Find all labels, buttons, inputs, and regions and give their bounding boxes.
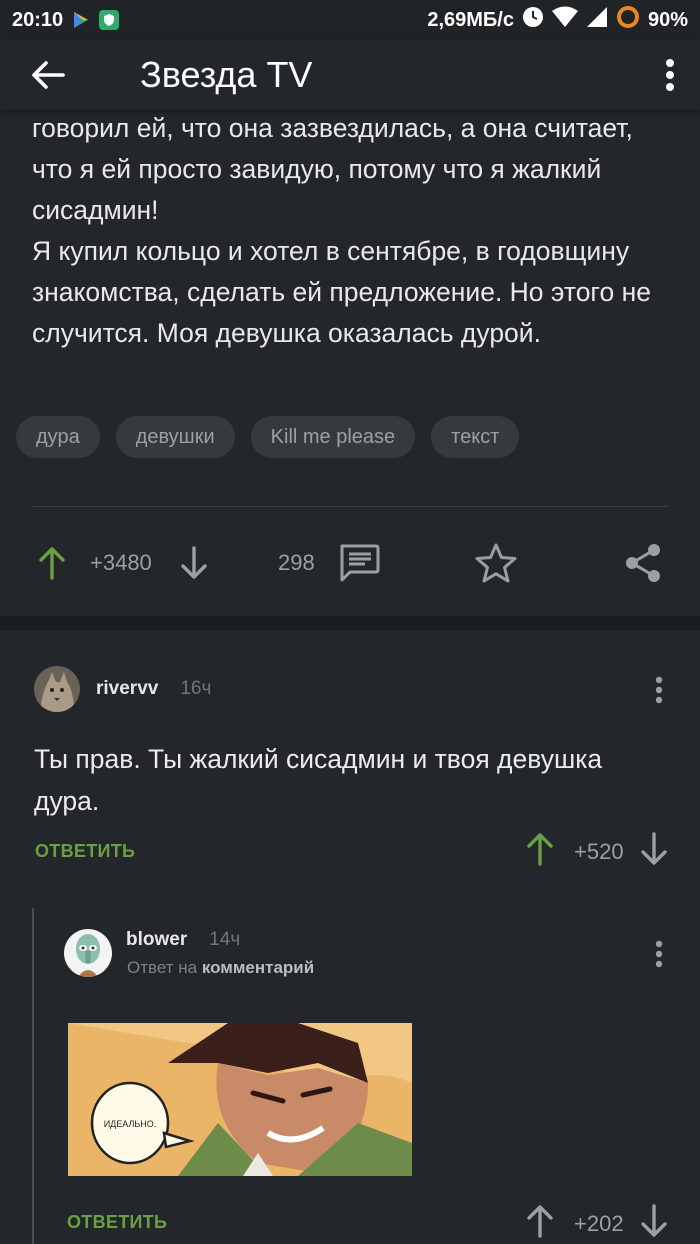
signal-icon	[586, 6, 608, 34]
comment-vote: +520	[526, 832, 668, 871]
comment-menu-button[interactable]	[646, 672, 672, 708]
star-icon	[475, 543, 517, 583]
app-bar: Звезда TV	[0, 40, 700, 110]
reply-to-prefix: Ответ на	[127, 958, 198, 977]
post-paragraph: Я купил кольцо и хотел в сентябре, в год…	[32, 236, 651, 348]
speech-bubble-text: ИДЕАЛЬНО.	[104, 1119, 157, 1129]
page-title: Звезда TV	[140, 54, 313, 95]
network-speed: 2,69МБ/с	[427, 8, 514, 31]
comment-vote: +202	[526, 1204, 668, 1243]
reply-to-label: Ответ на комментарий	[127, 958, 314, 978]
more-vertical-icon	[655, 940, 663, 968]
play-store-icon	[71, 10, 91, 30]
post-body: говорил ей, что она зазвездилась, а она …	[32, 108, 672, 354]
share-icon	[626, 544, 660, 582]
comment-time: 16ч	[180, 678, 212, 699]
avatar[interactable]	[34, 666, 80, 712]
comment-text: Ты прав. Ты жалкий сисадмин и твоя девуш…	[34, 744, 603, 816]
comment-icon	[340, 544, 380, 582]
shield-app-icon	[99, 10, 120, 30]
more-vertical-icon	[655, 676, 663, 704]
tag-chip[interactable]: Kill me please	[250, 416, 416, 458]
comment-username[interactable]: rivervv	[96, 678, 158, 700]
post-rating: +3480	[90, 550, 152, 575]
comments-button[interactable]	[338, 530, 380, 596]
battery-ring-icon	[616, 5, 640, 35]
post-actions: +3480 298	[0, 530, 700, 596]
status-time: 20:10	[12, 8, 64, 31]
more-vertical-icon	[666, 59, 674, 91]
divider	[32, 506, 668, 507]
tag-list: дура девушки Kill me please текст	[16, 416, 520, 458]
arrow-up-icon	[527, 833, 553, 866]
thread-line	[32, 908, 34, 1244]
arrow-up-icon	[39, 547, 65, 580]
overflow-menu-button[interactable]	[640, 40, 700, 110]
section-separator	[0, 616, 700, 630]
clock-icon	[522, 6, 544, 34]
reply-button[interactable]: ОТВЕТИТЬ	[35, 841, 135, 862]
upvote-button[interactable]	[38, 530, 66, 596]
upvote-button[interactable]	[526, 832, 554, 871]
comment-menu-button[interactable]	[646, 936, 672, 972]
comment-username[interactable]: blower	[126, 929, 187, 951]
status-bar: 20:10 2,69МБ/с 90%	[0, 0, 700, 40]
comments-count: 298	[278, 550, 315, 575]
tag-chip[interactable]: девушки	[115, 416, 235, 458]
arrow-down-icon	[640, 832, 667, 865]
reply-button[interactable]: ОТВЕТИТЬ	[67, 1212, 167, 1233]
comment-header: rivervv 16ч	[34, 666, 211, 712]
battery-level: 90%	[647, 8, 688, 31]
share-button[interactable]	[624, 530, 662, 596]
downvote-button[interactable]	[640, 832, 668, 871]
arrow-up-icon	[527, 1205, 553, 1238]
comment-rating: +520	[574, 838, 624, 864]
downvote-button[interactable]	[640, 1204, 668, 1243]
post-paragraph: говорил ей, что она зазвездилась, а она …	[32, 113, 633, 225]
back-button[interactable]	[0, 40, 96, 110]
comment-image[interactable]: ИДЕАЛЬНО.	[68, 1023, 412, 1176]
avatar[interactable]	[64, 929, 112, 977]
tag-chip[interactable]: текст	[431, 416, 520, 458]
tag-chip[interactable]: дура	[16, 416, 100, 458]
downvote-button[interactable]	[180, 530, 208, 596]
comment-rating: +202	[574, 1210, 624, 1236]
upvote-button[interactable]	[526, 1204, 554, 1243]
save-button[interactable]	[474, 530, 518, 596]
back-arrow-icon	[32, 61, 65, 89]
wifi-icon	[551, 6, 578, 34]
reply-to-link[interactable]: комментарий	[202, 958, 314, 977]
comment-time: 14ч	[209, 929, 241, 950]
arrow-down-icon	[640, 1204, 667, 1237]
arrow-down-icon	[181, 546, 207, 579]
